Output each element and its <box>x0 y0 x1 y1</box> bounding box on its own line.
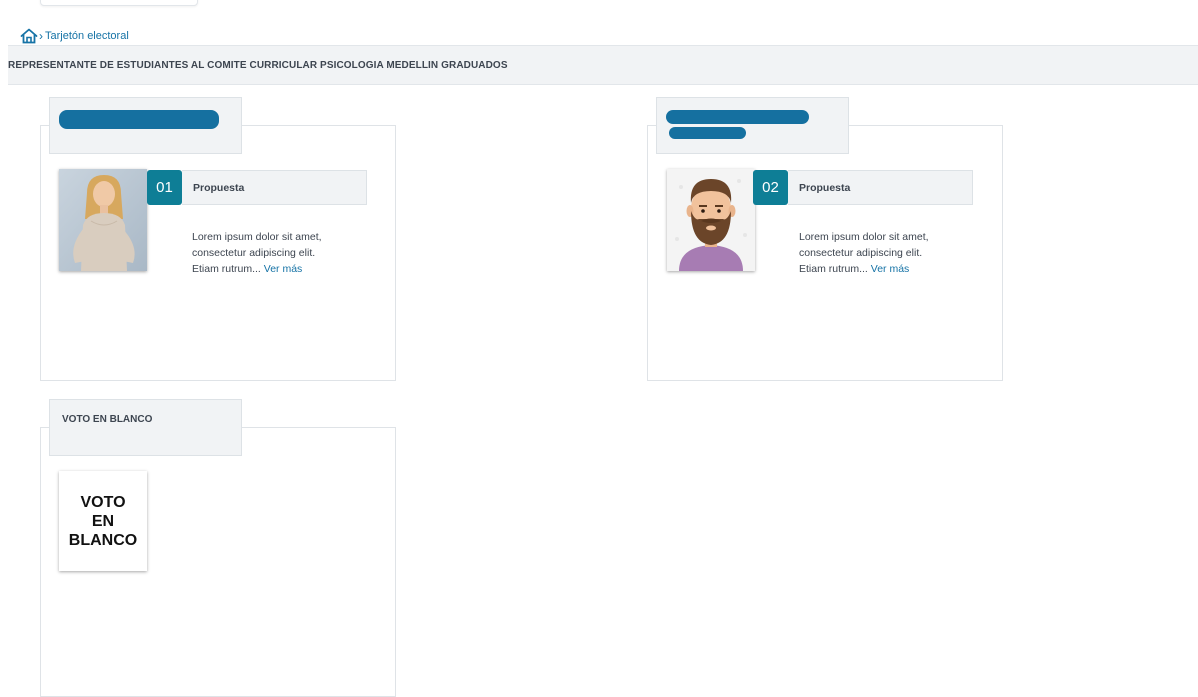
candidate-name-tab-02 <box>656 97 849 154</box>
blank-vote-image[interactable]: VOTO EN BLANCO <box>59 471 147 571</box>
proposal-header-01: Propuesta <box>182 170 367 205</box>
candidate-photo-02[interactable] <box>667 169 755 271</box>
redacted-name-block <box>59 110 219 129</box>
proposal-title: Propuesta <box>193 182 245 194</box>
candidate-photo-01[interactable] <box>59 169 147 271</box>
proposal-description-02: Lorem ipsum dolor sit amet, consectetur … <box>799 231 929 275</box>
section-title: REPRESENTANTE DE ESTUDIANTES AL COMITE C… <box>8 60 508 71</box>
breadcrumb: › Tarjetón electoral <box>20 27 129 45</box>
ver-mas-link[interactable]: Ver más <box>871 263 910 275</box>
candidate-number-badge-01: 01 <box>147 170 182 205</box>
redacted-name-block-2 <box>669 127 746 139</box>
redacted-name-block <box>666 110 809 124</box>
proposal-description-01: Lorem ipsum dolor sit amet, consectetur … <box>192 231 322 275</box>
top-tab-stub <box>40 0 198 6</box>
section-header: REPRESENTANTE DE ESTUDIANTES AL COMITE C… <box>8 45 1198 85</box>
proposal-header-02: Propuesta <box>788 170 973 205</box>
blank-vote-title: VOTO EN BLANCO <box>62 414 153 425</box>
home-icon[interactable] <box>20 28 38 44</box>
candidate-number-badge-02: 02 <box>753 170 788 205</box>
proposal-title: Propuesta <box>799 182 851 194</box>
breadcrumb-link-tarjeton[interactable]: Tarjetón electoral <box>45 30 129 42</box>
ver-mas-link[interactable]: Ver más <box>264 263 303 275</box>
breadcrumb-separator: › <box>39 29 43 43</box>
blank-vote-tab: VOTO EN BLANCO <box>49 399 242 456</box>
candidate-name-tab-01 <box>49 97 242 154</box>
